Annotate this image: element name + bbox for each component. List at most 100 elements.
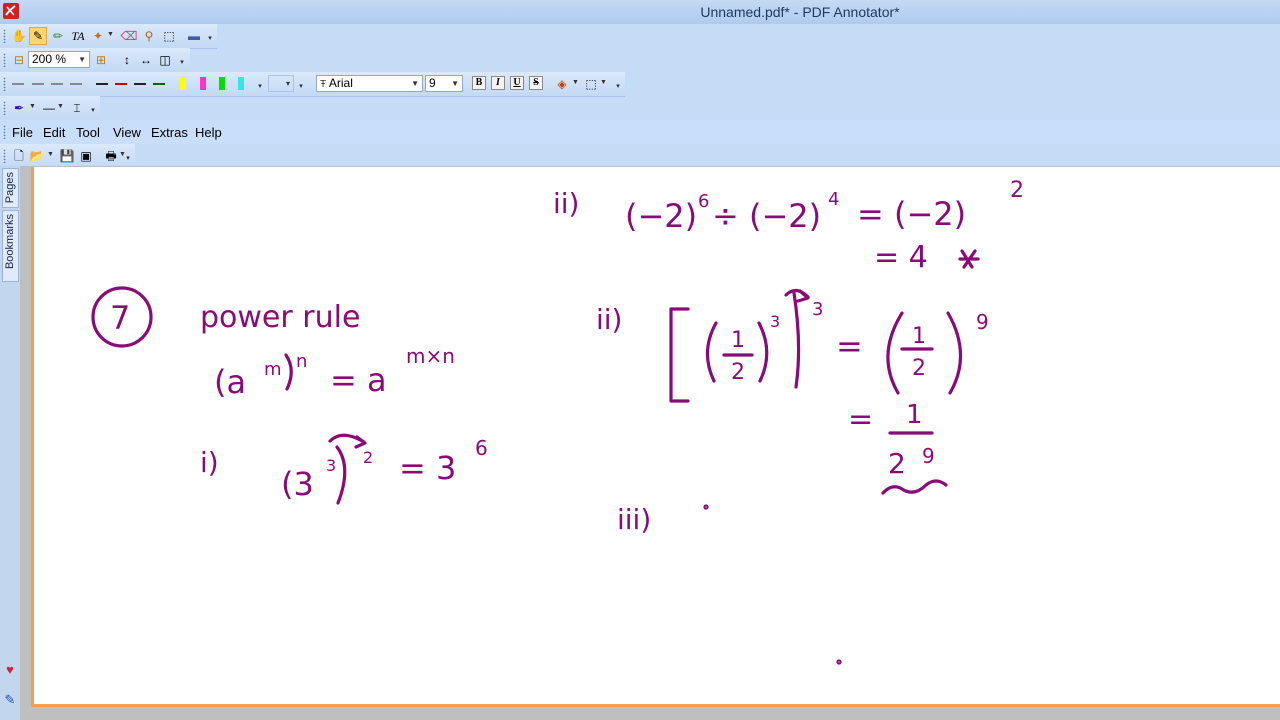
menu-bar: File Edit Tool View Extras Help — [0, 120, 1280, 144]
toolbar-grip[interactable] — [3, 29, 6, 43]
menu-extras[interactable]: Extras — [151, 125, 188, 140]
line-dash-icon[interactable] — [32, 83, 44, 85]
menu-edit[interactable]: Edit — [43, 125, 65, 140]
page-tool-icon[interactable]: ▬ — [185, 27, 203, 45]
ex2b-rhs-exp: 9 — [976, 310, 989, 334]
line-color-1[interactable] — [96, 83, 108, 85]
toolbar-overflow-icon[interactable]: ▾ — [178, 58, 186, 70]
strikethrough-button[interactable]: S — [529, 76, 543, 90]
open-folder-icon[interactable]: 📂 — [28, 147, 46, 165]
pen-style-toolbar: ✒ ▼ — ▼ ⌶ ▾ — [0, 96, 100, 121]
menu-tool[interactable]: Tool — [76, 125, 100, 140]
open-dropdown-icon[interactable]: ▼ — [47, 151, 54, 158]
side-panel-strip: Pages Bookmarks ♥ ✎ — [0, 166, 20, 720]
pen-favorites-icon[interactable]: ✎ — [2, 692, 18, 708]
favorites-heart-icon[interactable]: ♥ — [2, 662, 18, 678]
italic-button[interactable]: I — [491, 76, 505, 90]
formula-close-paren — [284, 353, 293, 391]
save-icon[interactable]: 💾 — [58, 147, 76, 165]
underline-button[interactable]: U — [510, 76, 524, 90]
fit-width-icon[interactable]: ↔ — [137, 51, 155, 69]
font-size-select[interactable]: 9 ▼ — [425, 75, 463, 92]
title-bar: Unnamed.pdf* - PDF Annotator* — [0, 0, 1280, 24]
toolbar-grip[interactable] — [3, 77, 6, 91]
stamp-dropdown-icon[interactable]: ▼ — [107, 31, 114, 38]
ex1-lhs: (3 — [281, 465, 314, 503]
ex2a-lhs: (−2) — [625, 197, 697, 235]
pen-tool-icon[interactable]: ✎ — [29, 27, 47, 45]
line-color-4[interactable] — [153, 83, 165, 85]
line-width-select[interactable]: ▾ — [268, 75, 294, 92]
tab-bookmarks[interactable]: Bookmarks — [2, 210, 19, 282]
document-view[interactable]: 7 power rule (a m n = a m×n i) (3 3 2 = … — [20, 166, 1280, 720]
toolbar-overflow-icon[interactable]: ▾ — [297, 82, 305, 94]
fill-color-icon[interactable]: ◈ — [553, 75, 571, 93]
fill-color-dropdown-icon[interactable]: ▼ — [572, 79, 579, 86]
ex1-outer-exp: 2 — [363, 448, 373, 467]
print-icon[interactable]: 🖶 — [102, 147, 120, 165]
highlight-magenta[interactable] — [200, 77, 206, 90]
fit-height-icon[interactable]: ↕ — [118, 51, 136, 69]
marker-tool-icon[interactable]: ✏ — [49, 27, 67, 45]
fit-page-icon[interactable]: ◫ — [156, 51, 174, 69]
pen-width-icon[interactable]: — — [40, 99, 58, 117]
ex2b-result-den-exp: 9 — [922, 444, 935, 468]
select-tool-icon[interactable]: ⬚ — [160, 27, 178, 45]
ex2b-inner-num: 1 — [731, 328, 745, 353]
ex2b-inner-exp: 3 — [770, 312, 780, 331]
highlight-green[interactable] — [219, 77, 225, 90]
line-dot-icon[interactable] — [51, 83, 63, 85]
ex2b-rhs-close-paren — [946, 311, 963, 395]
formula-exp-m: m — [264, 359, 282, 380]
ex2a-divide: ÷ (−2) — [712, 197, 821, 235]
border-dropdown-icon[interactable]: ▼ — [600, 79, 607, 86]
new-document-icon[interactable]: 🗋 — [10, 147, 28, 165]
toolbar-overflow-icon[interactable]: ▾ — [256, 82, 264, 94]
ex2b-equals-2: = — [848, 402, 873, 437]
menu-file[interactable]: File — [12, 125, 33, 140]
toolbar-grip[interactable] — [3, 149, 6, 163]
ex2b-inner-den: 2 — [731, 360, 745, 385]
lasso-eraser-icon[interactable]: ⚲ — [140, 27, 158, 45]
hand-tool-icon[interactable]: ✋ — [10, 27, 28, 45]
highlight-yellow[interactable] — [180, 77, 186, 90]
ex2b-equals: = — [836, 327, 863, 365]
line-dashdot-icon[interactable] — [70, 83, 82, 85]
pdf-page[interactable]: 7 power rule (a m n = a m×n i) (3 3 2 = … — [31, 167, 1280, 707]
toolbar-overflow-icon[interactable]: ▾ — [124, 154, 132, 166]
line-color-3[interactable] — [134, 83, 146, 85]
tab-bookmarks-label: Bookmarks — [4, 214, 16, 270]
highlight-cyan[interactable] — [238, 77, 244, 90]
stamp-tool-icon[interactable]: ✦ — [89, 27, 107, 45]
zoom-value: 200 % — [32, 52, 67, 66]
toolbar-overflow-icon[interactable]: ▾ — [614, 82, 622, 94]
menu-view[interactable]: View — [113, 125, 141, 140]
toolbar-overflow-icon[interactable]: ▾ — [89, 106, 97, 118]
ex1-label: i) — [200, 446, 219, 479]
chevron-down-icon: ▼ — [78, 55, 86, 64]
zoom-select[interactable]: 200 % ▼ — [28, 51, 90, 68]
menu-grip[interactable] — [3, 125, 6, 139]
border-style-icon[interactable]: ⬚ — [582, 75, 600, 93]
menu-help[interactable]: Help — [195, 125, 222, 140]
bold-button[interactable]: B — [472, 76, 486, 90]
pen-straighten-icon[interactable]: ⌶ — [68, 99, 86, 117]
ink-dot — [836, 659, 842, 665]
line-color-2[interactable] — [115, 83, 127, 85]
line-thin-icon[interactable] — [12, 83, 24, 85]
save-all-icon[interactable]: ▣ — [77, 147, 95, 165]
pen-color-dropdown-icon[interactable]: ▼ — [29, 103, 36, 110]
pen-width-dropdown-icon[interactable]: ▼ — [57, 103, 64, 110]
toolbar-grip[interactable] — [3, 101, 6, 115]
toolbar-grip[interactable] — [3, 53, 6, 67]
ex2b-open-paren — [705, 321, 718, 383]
font-family-select[interactable]: Ŧ Arial ▼ — [316, 75, 423, 92]
zoom-out-icon[interactable]: ⊟ — [10, 51, 28, 69]
eraser-tool-icon[interactable]: ⌫ — [120, 27, 138, 45]
formula-exp-mxn: m×n — [406, 344, 455, 368]
text-tool-icon[interactable]: TA — [69, 27, 87, 45]
toolbar-overflow-icon[interactable]: ▾ — [206, 34, 214, 46]
zoom-in-icon[interactable]: ⊞ — [92, 51, 110, 69]
pen-color-icon[interactable]: ✒ — [10, 99, 28, 117]
tab-pages[interactable]: Pages — [2, 168, 19, 208]
